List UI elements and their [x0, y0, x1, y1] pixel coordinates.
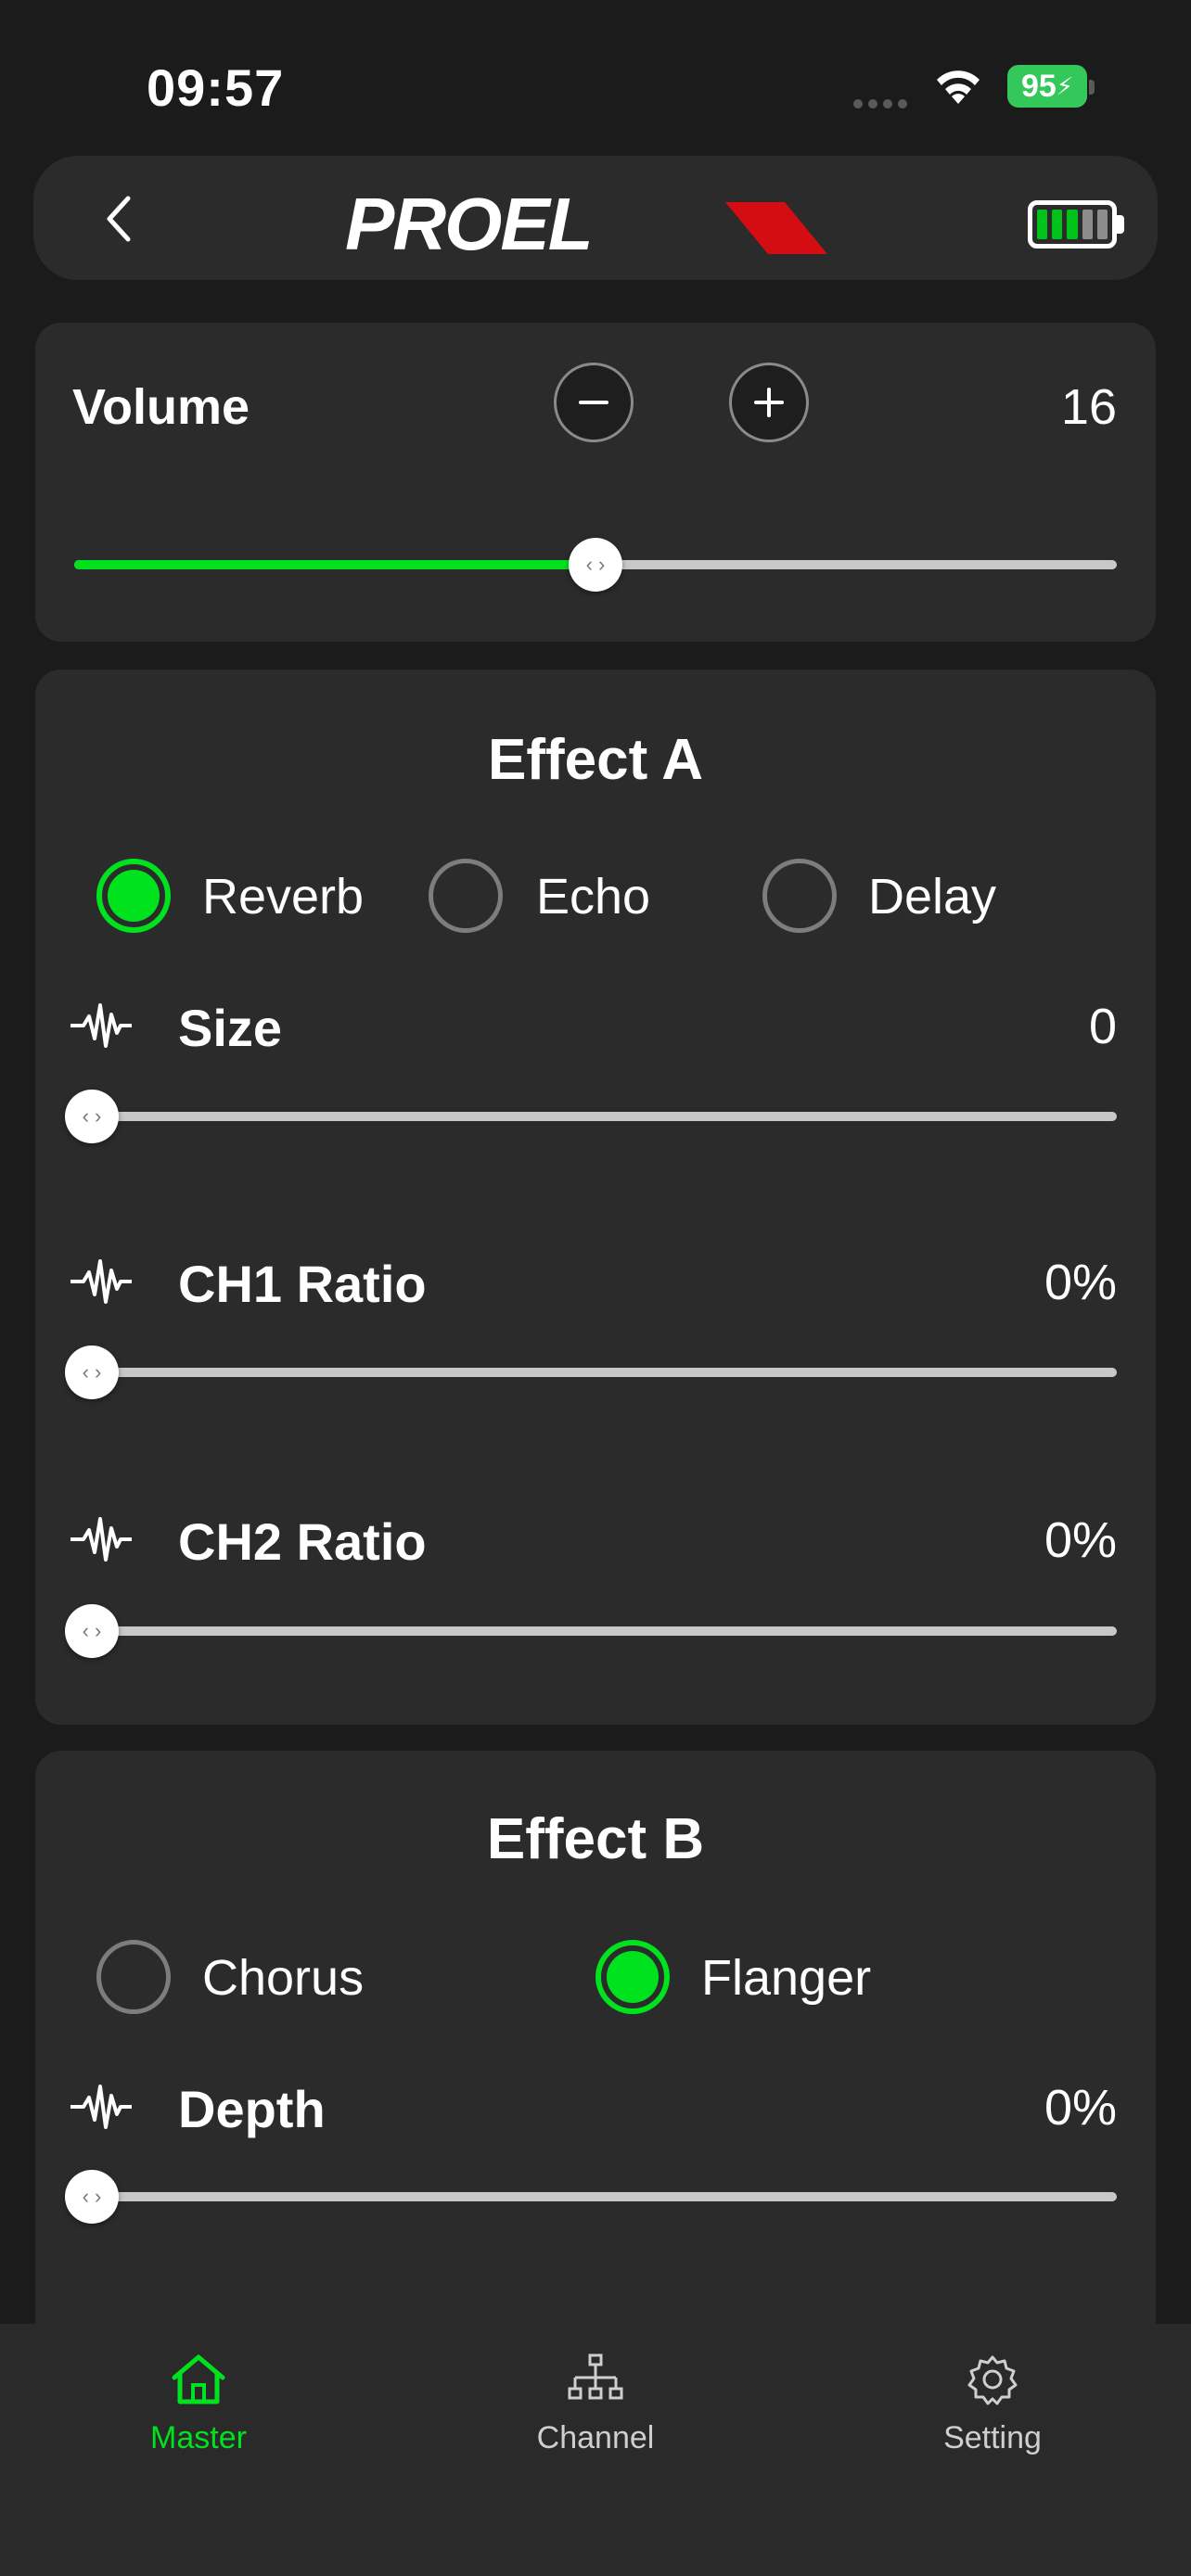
effect-b-title: Effect B — [486, 1807, 705, 1871]
tab-channel[interactable]: Channel — [456, 2352, 735, 2456]
wifi-icon — [937, 70, 980, 104]
ch1-ratio-slider-thumb[interactable]: ‹ › — [65, 1345, 119, 1399]
size-slider-thumb[interactable]: ‹ › — [65, 1090, 119, 1143]
depth-label: Depth — [178, 2080, 326, 2138]
tab-setting[interactable]: Setting — [853, 2352, 1132, 2456]
volume-increase-button[interactable] — [729, 363, 809, 442]
network-icon — [568, 2353, 623, 2400]
gear-icon — [967, 2355, 1018, 2405]
battery-bar — [1052, 210, 1063, 239]
depth-slider-track[interactable] — [74, 2192, 1117, 2201]
logo-red-mark — [725, 202, 827, 254]
tab-channel-label: Channel — [536, 2420, 655, 2455]
size-slider-track[interactable] — [74, 1112, 1117, 1121]
status-battery-level: 95 — [1020, 68, 1057, 104]
home-icon — [172, 2354, 225, 2404]
battery-bar — [1067, 210, 1078, 239]
radio-echo[interactable] — [429, 859, 503, 933]
volume-value: 16 — [1060, 379, 1117, 435]
ch2-ratio-slider-track[interactable] — [74, 1626, 1117, 1636]
volume-slider-thumb[interactable]: ‹ › — [569, 538, 622, 592]
radio-flanger-label: Flanger — [701, 1950, 872, 2006]
status-battery-icon: 95 ⚡ — [1007, 65, 1087, 108]
waveform-icon — [70, 1517, 132, 1562]
depth-value: 0% — [1044, 2080, 1117, 2136]
tab-master-label: Master — [150, 2420, 247, 2455]
battery-bar — [1082, 210, 1093, 239]
battery-bar — [1037, 210, 1048, 239]
effect-a-title: Effect A — [488, 728, 703, 792]
ch2-ratio-value: 0% — [1044, 1512, 1117, 1568]
ch1-ratio-slider-track[interactable] — [74, 1368, 1117, 1377]
radio-delay[interactable] — [762, 859, 837, 933]
radio-reverb-label: Reverb — [202, 869, 365, 925]
cellular-signal-icon — [853, 96, 913, 108]
waveform-icon — [70, 1003, 132, 1048]
radio-echo-label: Echo — [536, 869, 651, 925]
ch2-ratio-label: CH2 Ratio — [178, 1512, 427, 1571]
size-value: 0 — [1088, 999, 1117, 1054]
size-label: Size — [178, 999, 283, 1057]
waveform-icon — [70, 1259, 132, 1304]
ch2-ratio-slider-thumb[interactable]: ‹ › — [65, 1604, 119, 1658]
radio-chorus[interactable] — [96, 1940, 171, 2014]
depth-slider-thumb[interactable]: ‹ › — [65, 2170, 119, 2224]
radio-flanger[interactable] — [596, 1940, 670, 2014]
tab-setting-label: Setting — [943, 2420, 1042, 2455]
volume-decrease-button[interactable] — [554, 363, 634, 442]
minus-icon — [579, 401, 608, 404]
logo-text: PROEL — [345, 183, 594, 265]
device-battery-cap — [1117, 215, 1124, 234]
volume-label: Volume — [72, 379, 250, 435]
back-button[interactable] — [91, 191, 147, 247]
tab-master[interactable]: Master — [59, 2352, 338, 2456]
volume-slider-fill — [74, 560, 596, 569]
proel-logo: PROEL — [345, 187, 846, 261]
ch1-ratio-value: 0% — [1044, 1255, 1117, 1310]
status-time: 09:57 — [147, 58, 285, 117]
ch1-ratio-label: CH1 Ratio — [178, 1255, 427, 1313]
status-battery-cap — [1089, 80, 1095, 95]
chevron-left-icon — [107, 196, 131, 242]
plus-icon — [754, 388, 784, 417]
device-battery-icon — [1028, 200, 1117, 249]
radio-reverb[interactable] — [96, 859, 171, 933]
battery-bar — [1096, 210, 1108, 239]
radio-delay-label: Delay — [868, 869, 997, 925]
waveform-icon — [70, 2085, 132, 2129]
radio-chorus-label: Chorus — [202, 1950, 365, 2006]
